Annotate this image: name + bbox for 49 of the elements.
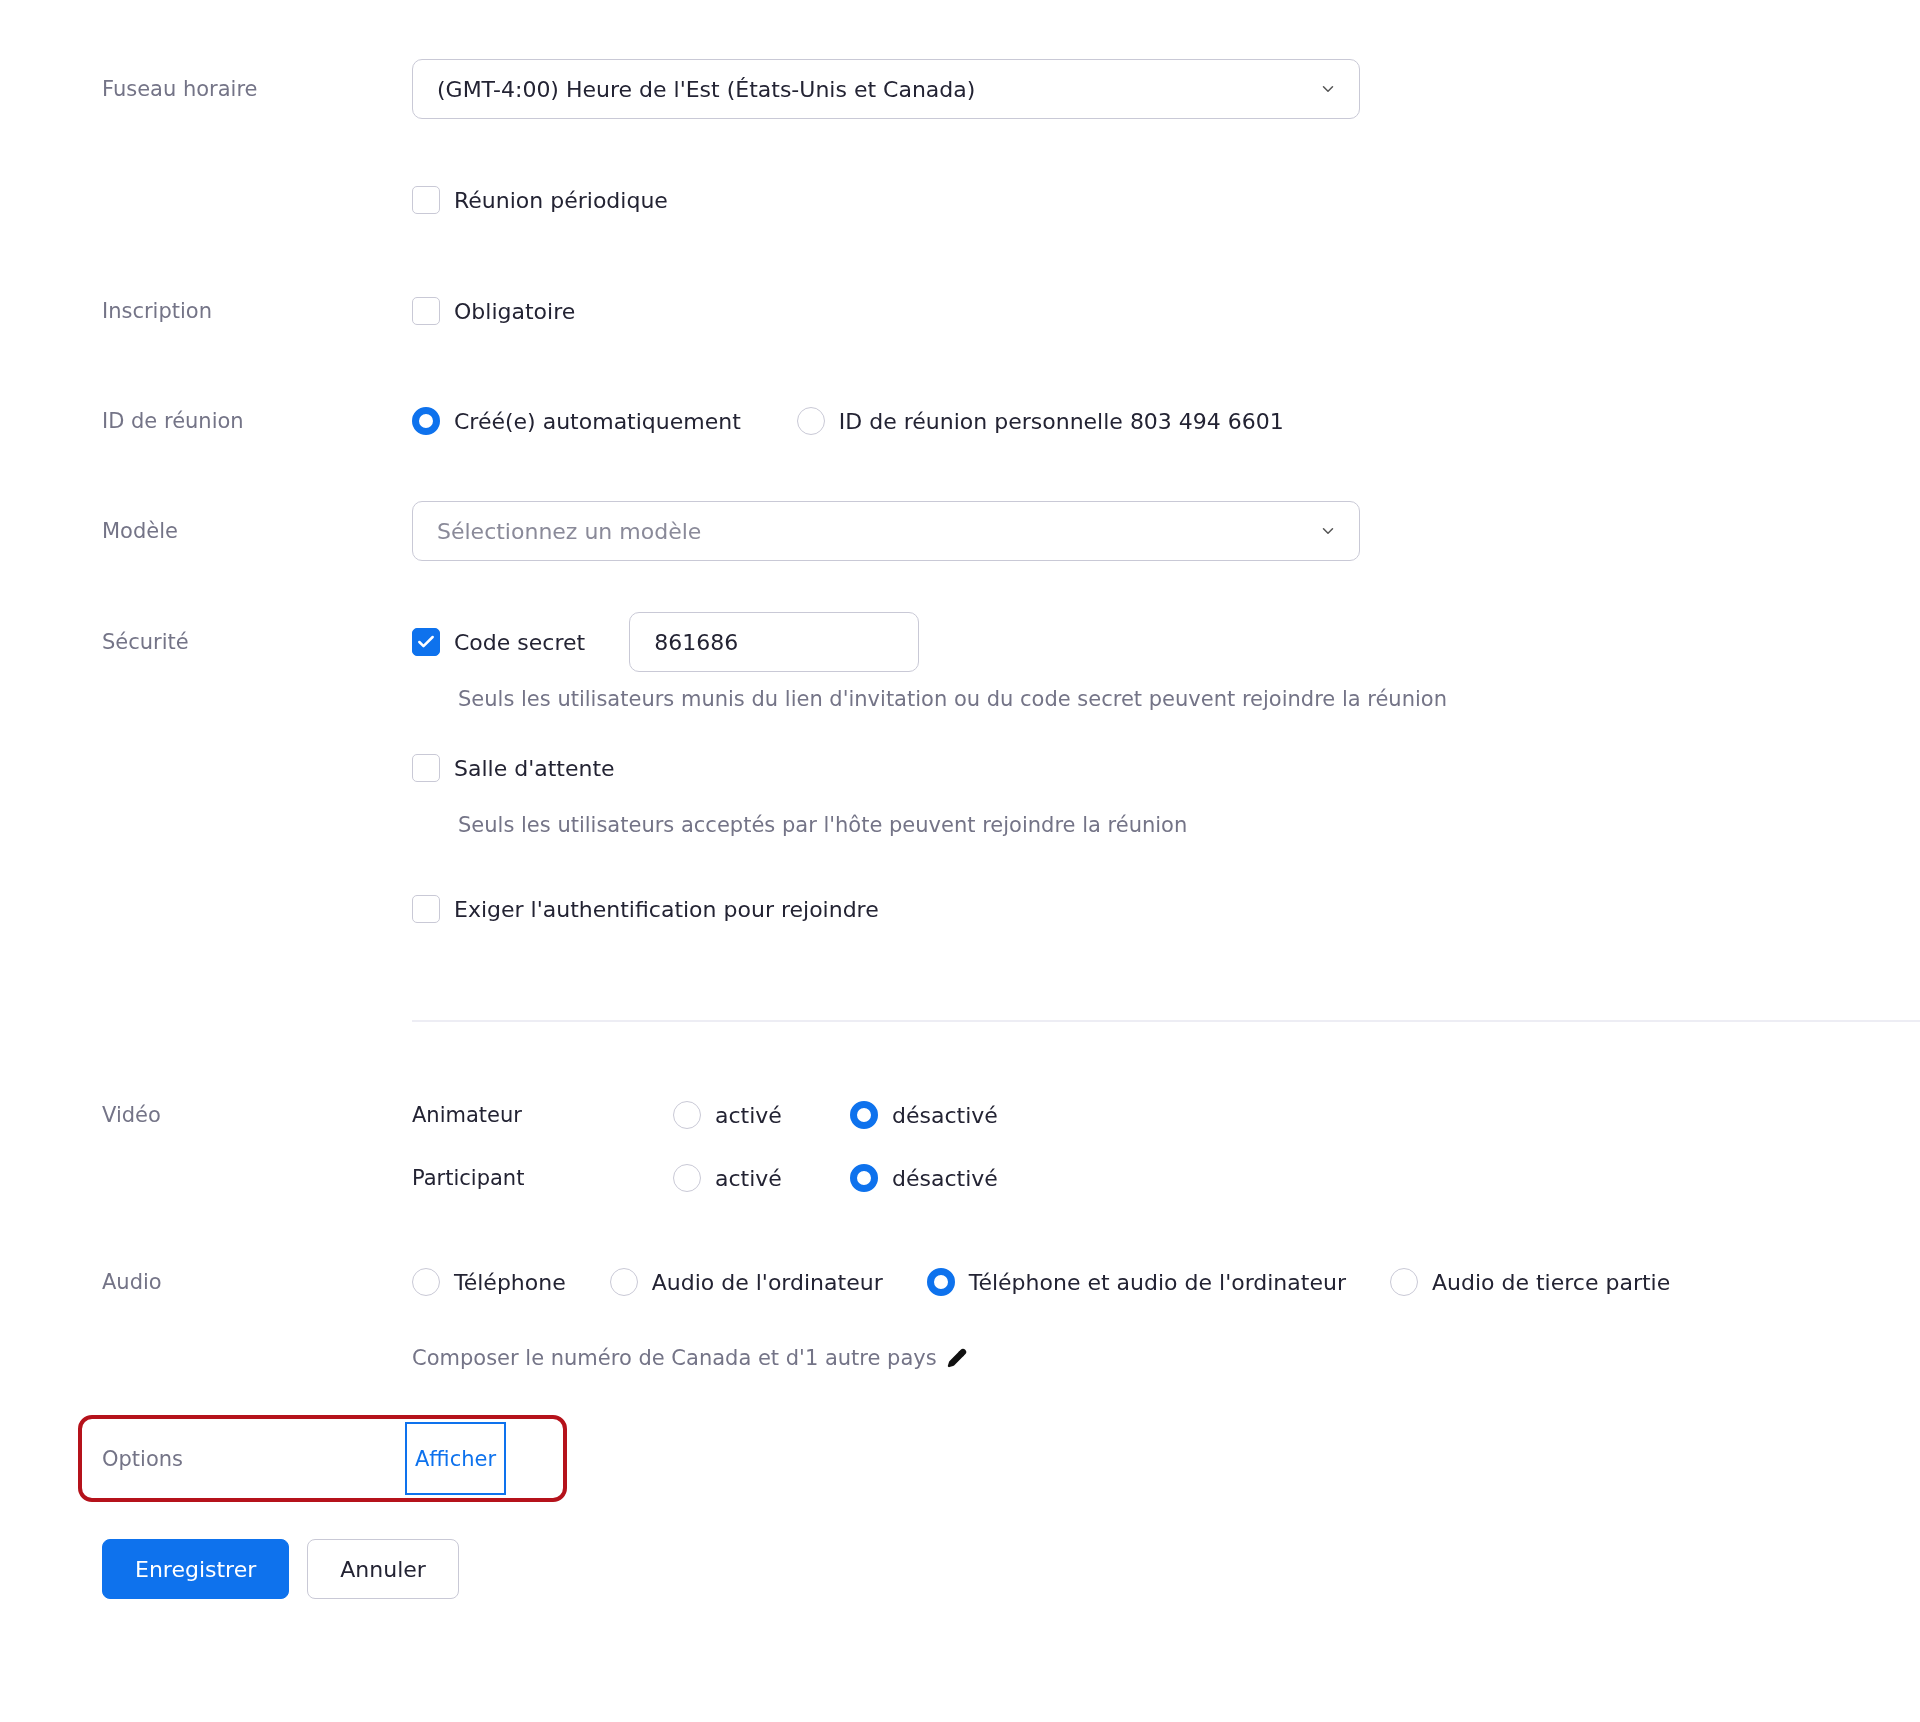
field-label: Fuseau horaire — [102, 77, 259, 101]
option-label: désactivé — [892, 1102, 998, 1128]
option-label: ID de réunion personnelle 803 494 6601 — [838, 408, 1284, 434]
field-label: Options — [102, 1446, 185, 1471]
cancel-button[interactable]: Annuler — [307, 1539, 459, 1599]
checkbox[interactable] — [412, 895, 440, 923]
checkbox[interactable] — [412, 297, 440, 325]
field-label: Inscription — [102, 299, 213, 323]
field-label: Audio — [102, 1270, 163, 1294]
radio-button[interactable] — [673, 1164, 701, 1192]
checkbox[interactable] — [412, 628, 440, 656]
option-label: activé — [715, 1165, 782, 1191]
pencil-icon[interactable] — [946, 1348, 967, 1368]
role-label: Animateur — [412, 1103, 523, 1127]
option-label: Code secret — [454, 629, 586, 655]
hint-text: Seuls les utilisateurs acceptés par l'hôte peuvent rejoindre la réunion — [458, 812, 1189, 839]
radio-button[interactable] — [673, 1101, 701, 1129]
radio-button[interactable] — [412, 1268, 440, 1296]
checkbox[interactable] — [412, 186, 440, 214]
radio-button[interactable] — [850, 1101, 878, 1129]
show-link[interactable]: Afficher — [405, 1422, 507, 1495]
radio-button[interactable] — [609, 1268, 638, 1296]
field-label: Sécurité — [102, 629, 190, 656]
passcode-input[interactable]: 861686 — [629, 612, 920, 672]
radio-button[interactable] — [926, 1268, 955, 1296]
timezone-dropdown[interactable]: (GMT-4:00) Heure de l'Est (États-Unis et Canada) — [412, 59, 1360, 119]
option-label: Audio de l'ordinateur — [651, 1269, 883, 1295]
checkbox[interactable] — [412, 754, 440, 782]
field-label: ID de réunion — [102, 409, 245, 433]
option-label: Réunion périodique — [454, 187, 668, 213]
dial-in-text: Composer le numéro de Canada et d'1 autre pays — [412, 1346, 937, 1370]
field-label: Modèle — [102, 519, 179, 543]
option-label: Téléphone — [454, 1269, 566, 1295]
radio-button[interactable] — [1389, 1268, 1418, 1296]
option-label: Exiger l'authentification pour rejoindre — [454, 896, 879, 922]
radio-button[interactable] — [850, 1164, 878, 1192]
save-button[interactable]: Enregistrer — [102, 1539, 290, 1599]
option-label: désactivé — [892, 1165, 998, 1191]
hint-text: Seuls les utilisateurs munis du lien d'invitation ou du code secret peuvent rejoindre la réunion — [458, 686, 1448, 713]
radio-button[interactable] — [412, 407, 440, 435]
option-label: Créé(e) automatiquement — [454, 408, 741, 434]
option-label: Obligatoire — [454, 298, 576, 324]
option-label: Téléphone et audio de l'ordinateur — [968, 1269, 1346, 1295]
role-label: Participant — [412, 1166, 526, 1190]
field-label: Vidéo — [102, 1102, 162, 1129]
option-label: Audio de tierce partie — [1431, 1269, 1671, 1295]
option-label: Salle d'attente — [454, 755, 615, 781]
radio-button[interactable] — [796, 407, 825, 435]
option-label: activé — [715, 1102, 782, 1128]
